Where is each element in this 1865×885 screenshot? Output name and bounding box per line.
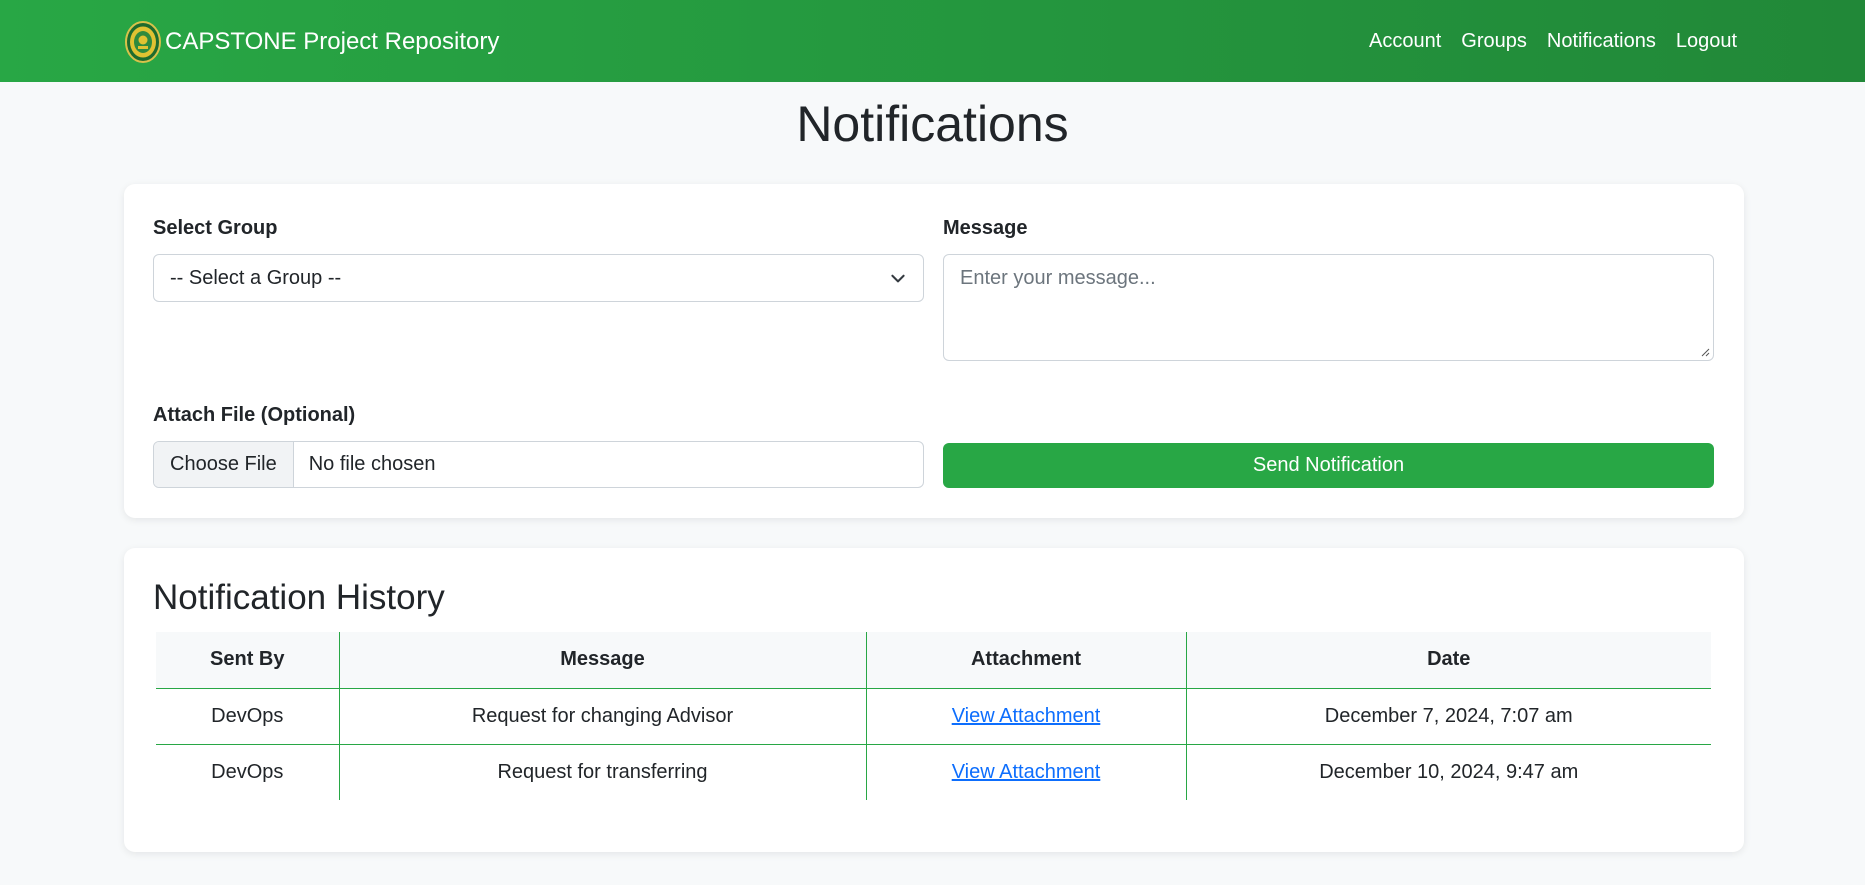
col-attachment: Attachment xyxy=(865,632,1186,689)
select-group-label: Select Group xyxy=(153,217,278,239)
col-date: Date xyxy=(1185,632,1711,689)
cell-date: December 10, 2024, 9:47 am xyxy=(1185,744,1711,800)
nav-groups-link[interactable]: Groups xyxy=(1461,30,1527,53)
view-attachment-link[interactable]: View Attachment xyxy=(952,761,1101,783)
table-header-row: Sent By Message Attachment Date xyxy=(156,632,1711,689)
group-select[interactable]: -- Select a Group -- xyxy=(153,254,924,302)
resize-grip-icon[interactable] xyxy=(1700,347,1710,357)
cell-sent-by: DevOps xyxy=(211,760,284,783)
choose-file-button[interactable]: Choose File xyxy=(154,442,294,487)
page-title: Notifications xyxy=(796,96,1069,152)
history-table: Sent By Message Attachment Date DevOps R… xyxy=(156,632,1711,800)
nav-links: Account Groups Notifications Logout xyxy=(1349,0,1737,82)
notification-form-card: Select Group -- Select a Group -- Messag… xyxy=(124,184,1744,518)
attach-file-label: Attach File (Optional) xyxy=(153,404,356,426)
table-row: DevOps Request for changing Advisor View… xyxy=(156,688,1711,745)
file-input[interactable]: Choose File No file chosen xyxy=(153,441,924,488)
nav-notifications-link[interactable]: Notifications xyxy=(1547,30,1656,53)
view-attachment-link[interactable]: View Attachment xyxy=(952,705,1101,727)
message-placeholder: Enter your message... xyxy=(960,267,1156,289)
nav-account-link[interactable]: Account xyxy=(1369,30,1441,53)
brand-title: CAPSTONE Project Repository xyxy=(165,28,500,55)
cell-date: December 7, 2024, 7:07 am xyxy=(1185,688,1711,745)
cell-message: Request for changing Advisor xyxy=(338,688,866,745)
cell-attachment: View Attachment xyxy=(865,688,1186,745)
message-label: Message xyxy=(943,217,1028,239)
chevron-down-icon xyxy=(891,274,905,283)
message-textarea[interactable]: Enter your message... xyxy=(943,254,1714,361)
col-message: Message xyxy=(338,632,866,689)
cell-sent-by: DevOps xyxy=(156,688,339,745)
cell-message: Request for transferring xyxy=(338,744,866,800)
nav-logout-link[interactable]: Logout xyxy=(1676,30,1737,53)
history-title: Notification History xyxy=(153,578,445,617)
seal-logo-icon xyxy=(125,21,161,63)
brand-link[interactable]: CAPSTONE Project Repository xyxy=(124,21,500,63)
table-row: DevOps Request for transferring View Att… xyxy=(156,744,1711,800)
navbar: CAPSTONE Project Repository Account Grou… xyxy=(0,0,1865,82)
file-name-text: No file chosen xyxy=(308,453,436,475)
send-notification-button[interactable]: Send Notification xyxy=(943,443,1714,488)
notification-history-card: Notification History Sent By Message Att… xyxy=(124,548,1744,852)
cell-attachment: View Attachment xyxy=(865,744,1186,800)
col-sent-by: Sent By xyxy=(156,632,339,689)
group-select-value: -- Select a Group -- xyxy=(170,266,342,289)
